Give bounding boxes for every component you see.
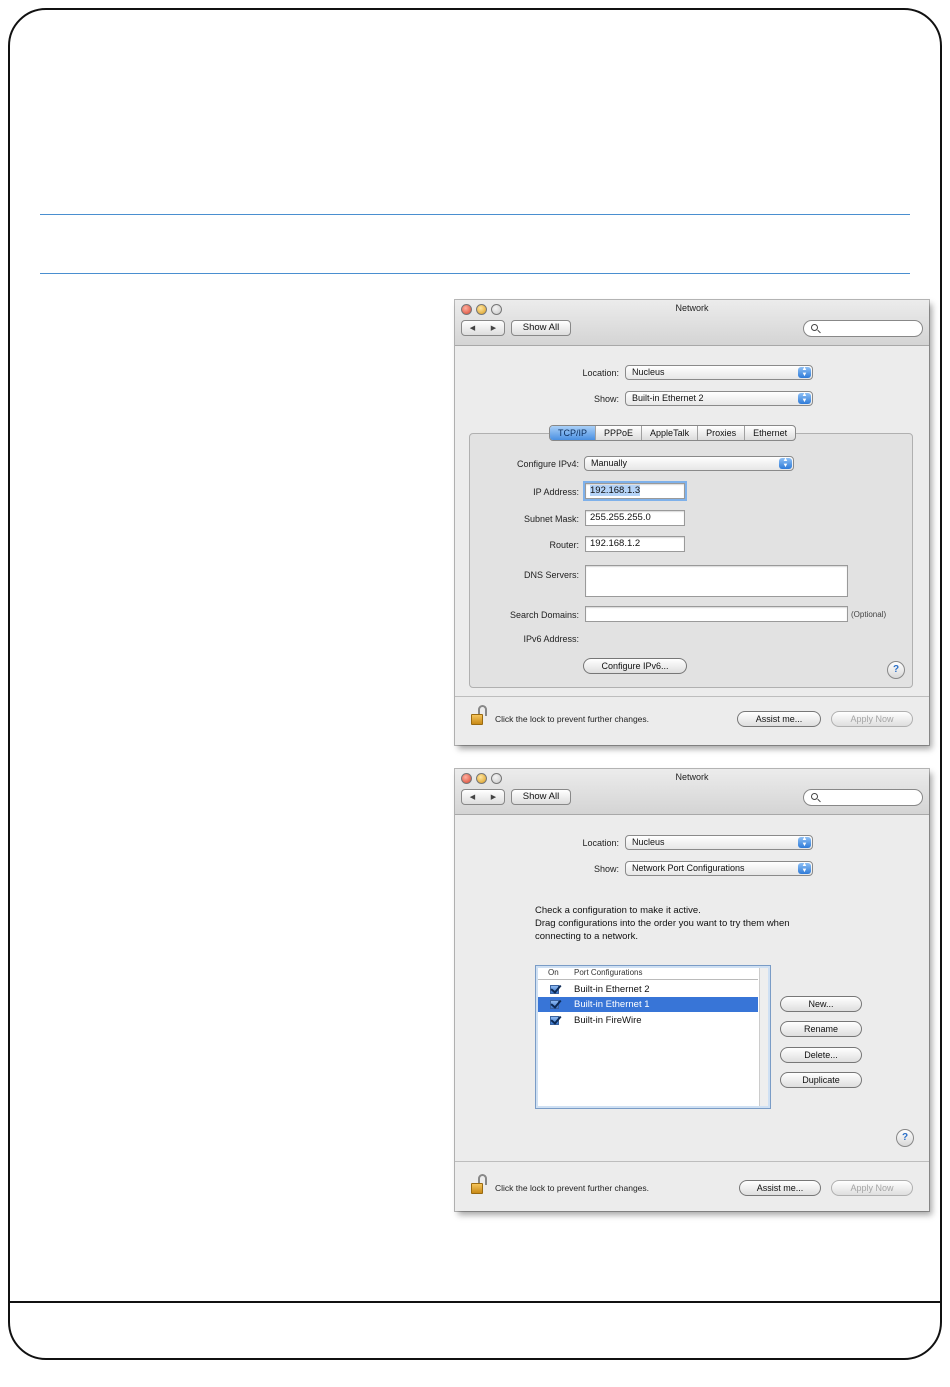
list-header: On Port Configurations	[538, 968, 758, 980]
location-label: Location:	[582, 368, 619, 378]
popup-arrows-icon: ▲ ▼	[798, 392, 811, 404]
network-window-tcpip: Network ◀ ▶ Show All Location: Nucleus ▲…	[455, 300, 929, 745]
subnet-mask-label: Subnet Mask:	[523, 514, 579, 524]
lock-text: Click the lock to prevent further change…	[495, 1183, 650, 1193]
port-configurations-list[interactable]: On Port Configurations Built-in Ethernet…	[535, 965, 771, 1109]
back-forward-control[interactable]: ◀ ▶	[461, 320, 505, 336]
list-item[interactable]: Built-in Ethernet 2	[538, 982, 758, 997]
show-all-button[interactable]: Show All	[511, 789, 571, 805]
window-title: Network	[675, 772, 709, 782]
show-label: Show:	[593, 864, 619, 874]
instruction-line-3: connecting to a network.	[535, 931, 638, 942]
list-scrollbar[interactable]	[759, 968, 768, 1106]
help-button[interactable]: ?	[896, 1129, 914, 1147]
popup-arrows-icon: ▲ ▼	[798, 366, 811, 378]
ipv6-address-label: IPv6 Address:	[523, 634, 579, 644]
port-enabled-checkbox[interactable]	[550, 985, 559, 994]
duplicate-button[interactable]: Duplicate	[780, 1072, 862, 1088]
search-domains-label: Search Domains:	[509, 610, 579, 620]
location-popup[interactable]: Nucleus ▲ ▼	[625, 835, 813, 850]
network-window-port-configurations: Network ◀ ▶ Show All Location: Nucleus ▲…	[455, 769, 929, 1211]
new-button[interactable]: New...	[780, 996, 862, 1012]
title-bar: Network ◀ ▶ Show All	[455, 769, 929, 815]
location-value: Nucleus	[632, 837, 665, 847]
show-value: Network Port Configurations	[632, 863, 745, 873]
column-header-port[interactable]: Port Configurations	[574, 968, 642, 977]
forward-arrow-icon[interactable]: ▶	[491, 793, 496, 801]
tab-pppoe[interactable]: PPPoE	[596, 426, 643, 440]
show-popup[interactable]: Network Port Configurations ▲ ▼	[625, 861, 813, 876]
configure-ipv4-popup[interactable]: Manually ▲ ▼	[584, 456, 794, 471]
header-rule-bottom	[40, 273, 910, 274]
lock-text: Click the lock to prevent further change…	[495, 714, 650, 724]
instruction-line-1: Check a configuration to make it active.	[535, 905, 701, 916]
popup-arrows-icon: ▲ ▼	[798, 862, 811, 874]
show-label: Show:	[593, 394, 619, 404]
configure-ipv4-label: Configure IPv4:	[516, 459, 579, 469]
configure-ipv6-button[interactable]: Configure IPv6...	[583, 658, 687, 674]
location-value: Nucleus	[632, 367, 665, 377]
title-bar: Network ◀ ▶ Show All	[455, 300, 929, 346]
optional-label: (Optional)	[851, 610, 887, 619]
port-enabled-checkbox[interactable]	[550, 1000, 559, 1009]
show-popup[interactable]: Built-in Ethernet 2 ▲ ▼	[625, 391, 813, 406]
show-all-button[interactable]: Show All	[511, 320, 571, 336]
back-arrow-icon[interactable]: ◀	[470, 793, 475, 801]
popup-arrows-icon: ▲ ▼	[798, 836, 811, 848]
footer-rule	[8, 1301, 942, 1303]
port-label: Built-in Ethernet 2	[574, 984, 650, 995]
ip-address-label: IP Address:	[533, 487, 579, 497]
list-item[interactable]: Built-in FireWire	[538, 1013, 758, 1028]
tab-appletalk[interactable]: AppleTalk	[642, 426, 699, 440]
lock-body-icon	[471, 1183, 483, 1194]
header-rule-top	[40, 214, 910, 215]
subnet-mask-field[interactable]: 255.255.255.0	[585, 510, 685, 526]
list-item[interactable]: Built-in Ethernet 1	[538, 997, 758, 1012]
apply-now-button[interactable]: Apply Now	[831, 1180, 913, 1196]
window-title: Network	[675, 303, 709, 313]
search-icon	[811, 793, 818, 800]
popup-arrows-icon: ▲ ▼	[779, 457, 792, 469]
lock-body-icon	[471, 714, 483, 725]
dns-servers-label: DNS Servers:	[523, 570, 579, 580]
lock-icon[interactable]	[471, 1174, 487, 1194]
assist-me-button[interactable]: Assist me...	[737, 711, 821, 727]
tab-panel	[469, 433, 913, 688]
ip-address-value: 192.168.1.3	[590, 485, 641, 496]
search-input[interactable]	[803, 789, 923, 806]
search-icon	[811, 324, 818, 331]
bottom-divider	[455, 696, 929, 697]
dns-servers-field[interactable]	[585, 565, 848, 597]
router-label: Router:	[549, 540, 579, 550]
tab-tcpip[interactable]: TCP/IP	[550, 426, 597, 440]
location-popup[interactable]: Nucleus ▲ ▼	[625, 365, 813, 380]
tab-proxies[interactable]: Proxies	[698, 426, 746, 440]
show-value: Built-in Ethernet 2	[632, 393, 704, 403]
router-field[interactable]: 192.168.1.2	[585, 536, 685, 552]
apply-now-button[interactable]: Apply Now	[831, 711, 913, 727]
port-label: Built-in FireWire	[574, 1015, 642, 1026]
forward-arrow-icon[interactable]: ▶	[491, 324, 496, 332]
location-label: Location:	[582, 838, 619, 848]
port-enabled-checkbox[interactable]	[550, 1016, 559, 1025]
tab-ethernet[interactable]: Ethernet	[745, 426, 795, 440]
assist-me-button[interactable]: Assist me...	[739, 1180, 821, 1196]
column-header-on[interactable]: On	[548, 968, 559, 977]
search-domains-field[interactable]	[585, 606, 848, 622]
delete-button[interactable]: Delete...	[780, 1047, 862, 1063]
configure-ipv4-value: Manually	[591, 458, 628, 468]
port-label: Built-in Ethernet 1	[574, 999, 650, 1010]
lock-icon[interactable]	[471, 705, 487, 725]
tab-bar: TCP/IP PPPoE AppleTalk Proxies Ethernet	[549, 425, 797, 441]
help-button[interactable]: ?	[887, 661, 905, 679]
search-input[interactable]	[803, 320, 923, 337]
instruction-line-2: Drag configurations into the order you w…	[535, 918, 790, 929]
back-arrow-icon[interactable]: ◀	[470, 324, 475, 332]
ip-address-field[interactable]: 192.168.1.3	[583, 481, 687, 501]
back-forward-control[interactable]: ◀ ▶	[461, 789, 505, 805]
bottom-divider	[455, 1161, 929, 1162]
rename-button[interactable]: Rename	[780, 1021, 862, 1037]
